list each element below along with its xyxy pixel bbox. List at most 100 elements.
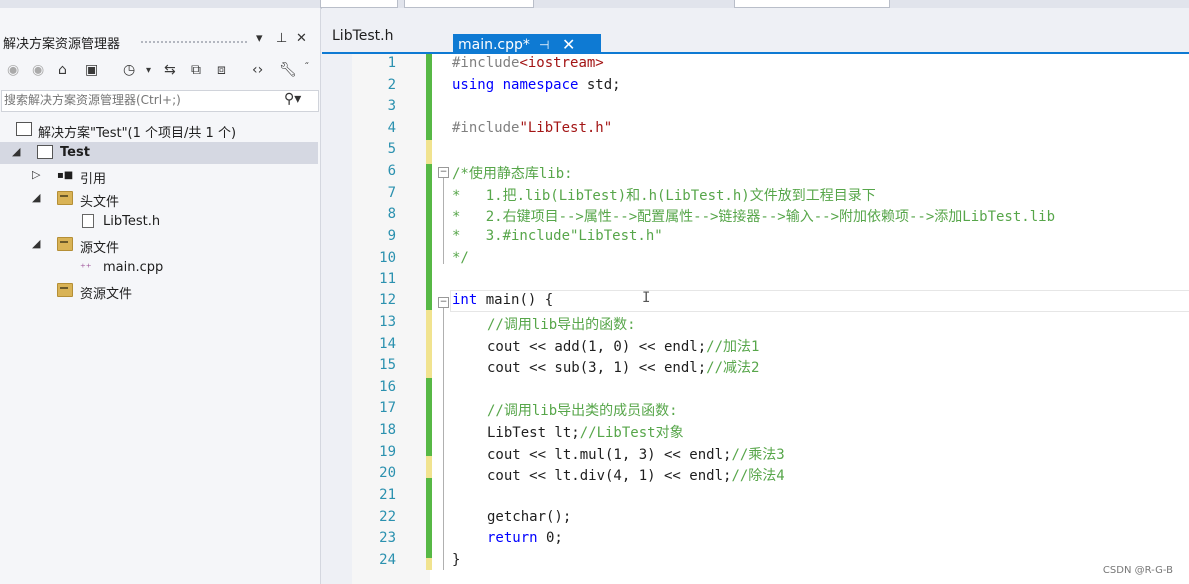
chevron-down-icon[interactable]: ▾ (146, 65, 151, 76)
tree-item-label: Test (60, 145, 90, 160)
tree-item-label: LibTest.h (103, 214, 161, 229)
code-token: namespace (502, 77, 579, 93)
code-token: cout << lt.div(4, 1) << endl; (487, 468, 732, 484)
expanded-arrow-icon[interactable]: ◢ (32, 191, 40, 204)
dropdown-arrow-icon[interactable]: ▾ (256, 31, 263, 46)
code-token: return (487, 530, 538, 546)
code-line: return 0; (487, 530, 563, 546)
expanded-arrow-icon[interactable]: ◢ (12, 145, 20, 158)
pin-icon[interactable]: ⊣ (539, 38, 549, 52)
tree-item-resource-files[interactable]: 资源文件 (0, 280, 318, 302)
solution-search-input[interactable] (4, 92, 274, 108)
line-number: 9 (387, 228, 396, 244)
code-line: cout << add(1, 0) << endl;//加法1 (487, 336, 759, 356)
tab-label: main.cpp* (458, 37, 530, 53)
tree-item-libtest-h[interactable]: LibTest.h (0, 211, 318, 233)
changed-lines-bar (426, 54, 432, 140)
expanded-arrow-icon[interactable]: ◢ (32, 237, 40, 250)
tree-item-label: 引用 (80, 172, 107, 187)
solution-explorer-toolbar: ◉ ◉ ⌂ ▣ ◷ ▾ ⇆ ⧉ ⧈ ‹› 🔧︎ ˝ (0, 60, 318, 82)
code-token: int (452, 292, 478, 308)
tree-item-label: 头文件 (80, 195, 120, 210)
target-dropdown[interactable] (734, 0, 890, 8)
code-line: //调用lib导出类的成员函数: (487, 403, 678, 419)
line-number: 4 (387, 120, 396, 136)
line-number: 19 (379, 444, 396, 460)
tree-item-solution[interactable]: 解决方案"Test"(1 个项目/共 1 个) (0, 119, 318, 141)
code-editor[interactable]: 1 2 3 4 5 6 7 8 9 10 11 12 13 14 15 16 17 18 19 20 21 22 23 24 … (352, 54, 1189, 584)
tree-item-source-files[interactable]: ◢ 源文件 (0, 234, 318, 256)
references-icon: ▪■ (57, 170, 74, 181)
header-file-icon (82, 214, 94, 228)
code-line: cout << lt.div(4, 1) << endl;//除法4 (487, 465, 785, 485)
line-number: 1 (387, 55, 396, 71)
code-token: cout << sub(3, 1) << endl; (487, 360, 707, 376)
code-token: std; (578, 77, 621, 93)
fold-toggle-icon[interactable]: − (438, 297, 449, 308)
code-line: * 1.把.lib(LibTest)和.h(LibTest.h)文件放到工程目录… (452, 188, 876, 204)
code-line: getchar(); (487, 509, 572, 525)
tab-libtest-h[interactable]: LibTest.h (332, 28, 393, 50)
changed-lines-bar (426, 378, 432, 456)
overflow-icon[interactable]: ˝ (304, 62, 309, 73)
tree-item-project[interactable]: ◢ Test (0, 142, 318, 164)
code-token: LibTest lt; (487, 425, 580, 441)
line-number: 7 (387, 185, 396, 201)
code-line: #include<iostream> (452, 55, 604, 71)
tree-item-main-cpp[interactable]: ⁺⁺ main.cpp (0, 257, 318, 279)
line-number: 10 (379, 250, 396, 266)
line-number: 23 (379, 530, 396, 546)
code-token: #include (452, 120, 520, 136)
code-view-icon[interactable]: ‹› (252, 62, 263, 78)
drag-grip[interactable] (140, 40, 248, 44)
unsaved-lines-bar (426, 558, 432, 570)
solution-explorer-panel: 解决方案资源管理器 ▾ ⊥ ✕ ◉ ◉ ⌂ ▣ ◷ ▾ ⇆ ⧉ ⧈ ‹› 🔧︎ … (0, 8, 321, 584)
line-number: 20 (379, 465, 396, 481)
code-line: cout << lt.mul(1, 3) << endl;//乘法3 (487, 444, 785, 464)
tree-item-references[interactable]: ▷ ▪■ 引用 (0, 165, 318, 187)
tree-item-header-files[interactable]: ◢ 头文件 (0, 188, 318, 210)
show-all-files-icon[interactable]: ⧈ (217, 62, 226, 78)
properties-wrench-icon[interactable]: 🔧︎ (279, 62, 297, 78)
collapsed-arrow-icon[interactable]: ▷ (32, 168, 40, 181)
code-token: 0; (537, 530, 563, 546)
tree-item-label: 解决方案"Test"(1 个项目/共 1 个) (38, 126, 237, 141)
line-number: 17 (379, 400, 396, 416)
unsaved-lines-bar (426, 456, 432, 478)
line-number: 21 (379, 487, 396, 503)
unsaved-lines-bar (426, 140, 432, 164)
code-line: //调用lib导出的函数: (487, 317, 636, 333)
solution-search-box: ⚲▾ (1, 90, 319, 112)
configuration-dropdown[interactable] (320, 0, 398, 8)
watermark: CSDN @R-G-B (1102, 565, 1173, 576)
switch-views-icon[interactable]: ▣ (85, 62, 98, 78)
close-icon[interactable]: ✕ (296, 31, 307, 46)
back-icon[interactable]: ◉ (7, 62, 19, 78)
code-line: * 3.#include"LibTest.h" (452, 228, 663, 244)
folder-icon (57, 191, 73, 205)
line-number: 13 (379, 314, 396, 330)
forward-icon[interactable]: ◉ (32, 62, 44, 78)
unsaved-lines-bar (426, 310, 432, 378)
tree-item-label: 源文件 (80, 241, 120, 256)
code-line: #include"LibTest.h" (452, 120, 612, 136)
panel-title: 解决方案资源管理器 (3, 37, 121, 52)
sync-icon[interactable]: ⇆ (164, 62, 176, 78)
line-number: 15 (379, 357, 396, 373)
line-number: 11 (379, 271, 396, 287)
line-number: 8 (387, 206, 396, 222)
platform-dropdown[interactable] (404, 0, 534, 8)
collapse-all-icon[interactable]: ⧉ (191, 62, 201, 78)
code-token: "LibTest.h" (519, 120, 613, 136)
text-cursor-icon: I (642, 290, 651, 306)
code-token: <iostream> (519, 55, 604, 71)
pin-icon[interactable]: ⊥ (276, 31, 287, 46)
solution-icon (16, 122, 32, 136)
search-icon[interactable]: ⚲▾ (284, 91, 301, 107)
code-token: main() { (477, 292, 554, 308)
changed-lines-bar (426, 164, 432, 301)
pending-changes-icon[interactable]: ◷ (123, 62, 135, 78)
fold-toggle-icon[interactable]: − (438, 167, 449, 178)
code-line: /*使用静态库lib: (452, 166, 573, 182)
home-icon[interactable]: ⌂ (58, 62, 67, 78)
